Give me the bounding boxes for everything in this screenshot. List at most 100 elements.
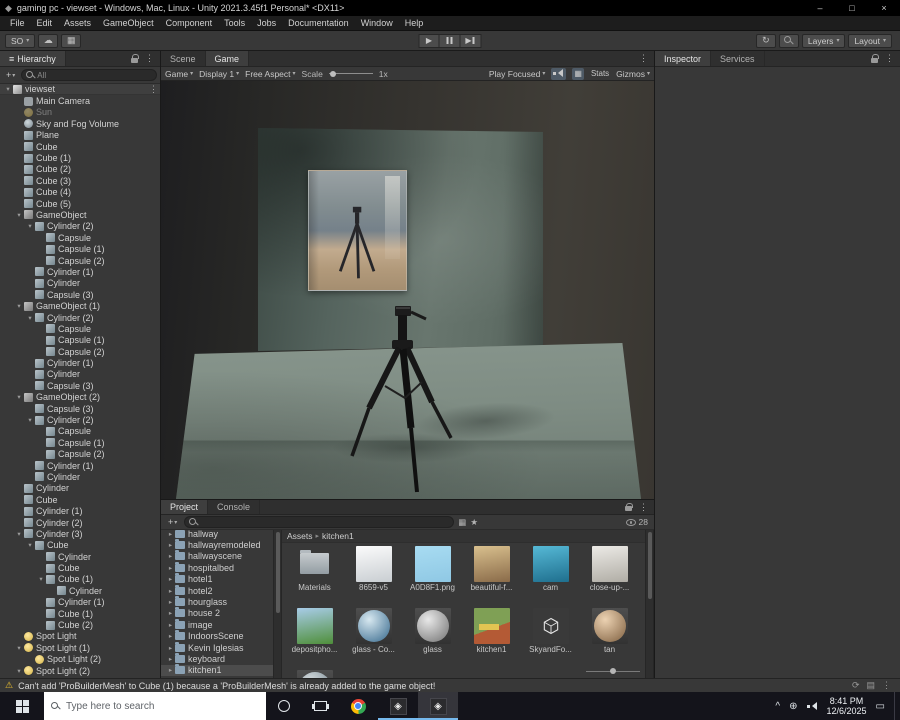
folder-item[interactable]: ▸ image — [161, 618, 273, 630]
hierarchy-item[interactable]: Cylinder — [0, 585, 160, 596]
hierarchy-item[interactable]: Cube — [0, 141, 160, 152]
task-view-button[interactable] — [302, 692, 338, 720]
foldout-arrow-icon[interactable]: ▾ — [25, 416, 35, 424]
lock-icon[interactable] — [625, 502, 633, 511]
hierarchy-item[interactable]: Sky and Fog Volume — [0, 118, 160, 129]
asset-item[interactable]: depositpho... — [285, 605, 344, 667]
folder-item[interactable]: ▸ hallwayscene — [161, 550, 273, 562]
step-button[interactable]: ▶ — [460, 33, 482, 48]
hierarchy-item[interactable]: Sun — [0, 107, 160, 118]
undo-history-button[interactable]: ↻ — [755, 33, 776, 48]
foldout-arrow-icon[interactable]: ▾ — [14, 530, 24, 538]
tab-scene[interactable]: Scene — [161, 51, 206, 66]
lock-icon[interactable] — [131, 54, 139, 63]
hierarchy-item[interactable]: Cube (4) — [0, 187, 160, 198]
tab-inspector[interactable]: Inspector — [655, 51, 712, 66]
menu-component[interactable]: Component — [160, 18, 219, 28]
console-menu-icon[interactable]: ⋮ — [882, 680, 891, 691]
hierarchy-item[interactable]: Capsule — [0, 426, 160, 437]
hierarchy-item[interactable]: ▾ GameObject (1) — [0, 300, 160, 311]
folder-item[interactable]: ▸ hospitalbed — [161, 561, 273, 573]
asset-item[interactable]: close-up-... — [580, 543, 639, 605]
foldout-arrow-icon[interactable]: ▾ — [25, 314, 35, 322]
hierarchy-item[interactable]: Cylinder — [0, 471, 160, 482]
foldout-arrow-icon[interactable]: ▸ — [166, 632, 175, 640]
folder-item[interactable]: ▸ IndoorsScene — [161, 630, 273, 642]
taskbar-search[interactable] — [44, 692, 266, 720]
grid-snapping-button[interactable]: ▦ — [61, 33, 82, 48]
breadcrumb-current[interactable]: kitchen1 — [322, 531, 354, 541]
hierarchy-item[interactable]: Spot Light (2) — [0, 654, 160, 665]
hierarchy-item[interactable]: Cylinder (1) — [0, 460, 160, 471]
game-viewport[interactable] — [161, 81, 654, 499]
folder-item[interactable]: ▸ kitchen1 — [161, 664, 273, 677]
foldout-arrow-icon[interactable]: ▸ — [166, 655, 175, 663]
folder-item[interactable]: ▸ hourglass — [161, 596, 273, 607]
menu-help[interactable]: Help — [399, 18, 430, 28]
foldout-arrow-icon[interactable]: ▸ — [166, 598, 175, 606]
slider-knob[interactable] — [610, 668, 617, 674]
hierarchy-item[interactable]: Capsule — [0, 232, 160, 243]
create-asset-button[interactable]: + ▾ — [165, 516, 180, 528]
mute-audio-button[interactable] — [551, 67, 567, 80]
play-button[interactable]: ▶ — [418, 33, 440, 48]
assets-scrollbar[interactable] — [645, 530, 654, 678]
tab-services[interactable]: Services — [711, 51, 765, 66]
menu-jobs[interactable]: Jobs — [251, 18, 282, 28]
status-bar[interactable]: ⚠ Can't add 'ProBuilderMesh' to Cube (1)… — [0, 678, 900, 692]
foldout-arrow-icon[interactable]: ▸ — [166, 575, 175, 583]
hierarchy-item[interactable]: ▾ Spot Light (2) — [0, 665, 160, 676]
menu-assets[interactable]: Assets — [58, 18, 97, 28]
hierarchy-item[interactable]: ▾ Cylinder (2) — [0, 221, 160, 232]
folder-item[interactable]: ▸ hotel2 — [161, 584, 273, 596]
aspect-dropdown[interactable]: Free Aspect ▾ — [245, 69, 295, 79]
hierarchy-item[interactable]: Cylinder — [0, 551, 160, 562]
panel-menu-icon[interactable]: ⋮ — [882, 53, 897, 64]
folder-item[interactable]: ▸ Kevin Iglesias — [161, 641, 273, 653]
tab-game[interactable]: Game — [205, 51, 250, 66]
menu-edit[interactable]: Edit — [31, 18, 59, 28]
hidden-items-toggle[interactable]: 28 — [625, 517, 648, 527]
folders-scrollbar[interactable] — [273, 530, 282, 678]
hierarchy-item[interactable]: Capsule (1) — [0, 437, 160, 448]
action-center-icon[interactable]: ▭ — [876, 701, 885, 712]
hierarchy-item[interactable]: ▾ Spot Light (1) — [0, 642, 160, 653]
foldout-arrow-icon[interactable]: ▸ — [166, 564, 175, 572]
layers-dropdown[interactable]: Layers ▾ — [801, 33, 846, 48]
scale-slider[interactable] — [328, 69, 373, 79]
hierarchy-item[interactable]: Capsule (3) — [0, 403, 160, 414]
gizmos-dropdown[interactable]: Gizmos ▾ — [616, 69, 650, 79]
hierarchy-item[interactable]: Cylinder (2) — [0, 517, 160, 528]
foldout-arrow-icon[interactable]: ▾ — [14, 667, 24, 675]
hierarchy-item[interactable]: Cylinder (1) — [0, 266, 160, 277]
folder-item[interactable]: ▸ hotel1 — [161, 573, 273, 585]
hierarchy-item[interactable]: Cube — [0, 494, 160, 505]
hierarchy-item[interactable]: Cylinder — [0, 369, 160, 380]
create-object-button[interactable]: + ▾ — [3, 69, 18, 81]
hierarchy-item[interactable]: Capsule (2) — [0, 449, 160, 460]
hierarchy-item[interactable]: ▾ Cube (1) — [0, 574, 160, 585]
foldout-arrow-icon[interactable]: ▾ — [14, 211, 24, 219]
asset-item[interactable]: kitchen1 — [462, 605, 521, 667]
hierarchy-item[interactable]: Cube — [0, 562, 160, 573]
hierarchy-item[interactable]: Cylinder (1) — [0, 357, 160, 368]
view-target-dropdown[interactable]: Game ▾ — [165, 69, 193, 79]
folder-item[interactable]: ▸ hallwayremodeled — [161, 539, 273, 550]
asset-item[interactable]: beautiful-f... — [462, 543, 521, 605]
unity-editor-app-button[interactable]: ◈ — [418, 692, 458, 720]
layout-dropdown[interactable]: Layout ▾ — [848, 33, 892, 48]
foldout-arrow-icon[interactable]: ▾ — [3, 85, 13, 93]
hierarchy-item[interactable]: ▾ GameObject — [0, 209, 160, 220]
hierarchy-item[interactable]: Main Camera — [0, 95, 160, 106]
minimize-button[interactable]: – — [804, 0, 836, 16]
foldout-arrow-icon[interactable]: ▸ — [166, 666, 175, 674]
account-button[interactable]: SO ▾ — [5, 33, 36, 48]
thumbnail-size-slider[interactable] — [586, 667, 640, 675]
hierarchy-item[interactable]: Plane — [0, 130, 160, 141]
hierarchy-item[interactable]: Spot Light — [0, 631, 160, 642]
foldout-arrow-icon[interactable]: ▾ — [25, 541, 35, 549]
tab-project[interactable]: Project — [161, 500, 209, 514]
hierarchy-item[interactable]: Capsule (3) — [0, 380, 160, 391]
project-searchbox[interactable] — [184, 516, 455, 528]
project-search-input[interactable] — [200, 517, 450, 527]
